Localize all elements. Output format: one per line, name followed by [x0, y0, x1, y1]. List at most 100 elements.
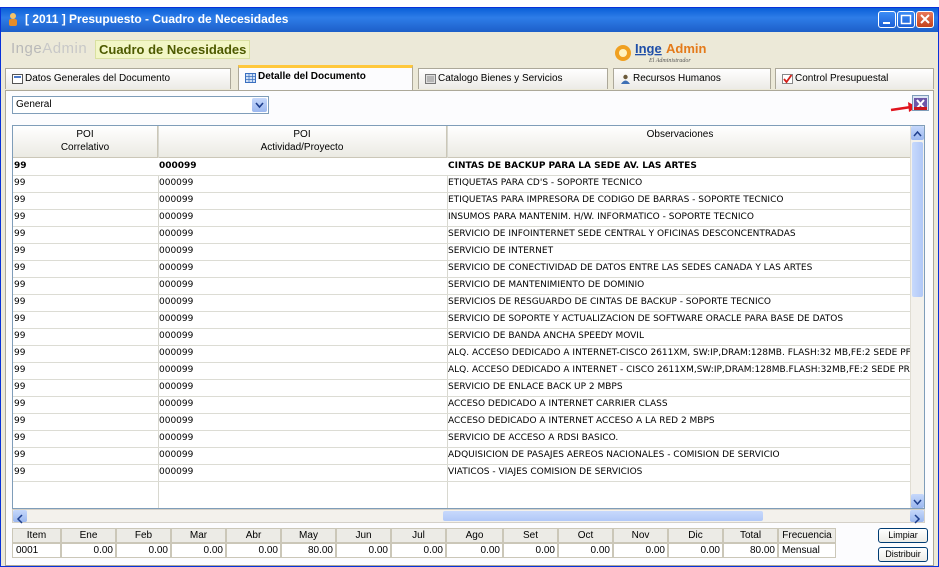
scroll-right-button[interactable] [910, 510, 924, 524]
table-cell-c3: INSUMOS PARA MANTENIM. H/W. INFORMÁTICO … [448, 212, 754, 222]
export-button[interactable] [912, 95, 929, 111]
horizontal-scroll-thumb[interactable] [443, 511, 763, 521]
table-cell-c3: SERVICIO DE INTERNET [448, 246, 554, 256]
table-row[interactable]: 99 000099 SERVICIO DE CONECTIVIDAD DE DATO… [13, 260, 913, 278]
table-row[interactable]: 99 000099 ETIQUETAS PARA IMPRESORA DE CÓDI… [13, 192, 913, 210]
table-row[interactable]: 99 000099 SERVICIO DE INTERNET [13, 243, 913, 261]
tab-recursos-humanos[interactable]: Recursos Humanos [613, 68, 771, 89]
brand-watermark: IngeAdmin [11, 40, 88, 57]
monthly-header: Set [503, 528, 558, 543]
dropdown-button[interactable] [252, 98, 267, 112]
table-row[interactable]: 99 000099 VIATICOS - VIAJES COMISION DE SE… [13, 464, 913, 482]
tab-catalogo[interactable]: Catalogo Bienes y Servicios [418, 68, 608, 89]
table-cell-c2: 000099 [159, 212, 194, 222]
monthly-header: Jul [391, 528, 446, 543]
scroll-left-button[interactable] [13, 510, 27, 524]
monthly-header: Jun [336, 528, 391, 543]
scroll-down-button[interactable] [911, 494, 924, 508]
table-row[interactable]: 99 000099 ETIQUETAS PARA CD'S - SOPORTE TE… [13, 175, 913, 193]
vertical-scrollbar[interactable] [910, 126, 924, 508]
filter-dropdown[interactable]: General [12, 96, 269, 114]
table-cell-c2: 000099 [159, 246, 194, 256]
monthly-header: Feb [116, 528, 171, 543]
monthly-header: Abr [226, 528, 281, 543]
column-header-correlativo[interactable]: POI Correlativo [13, 126, 158, 158]
vertical-scroll-thumb[interactable] [912, 142, 923, 297]
table-cell-c1: 99 [14, 263, 26, 273]
table-row[interactable]: 99 000099 ACCESO DEDICADO A INTERNET CARRI… [13, 396, 913, 414]
detail-panel: General POI Correlativo POI Actividad/Pr… [5, 90, 934, 566]
table-cell-c3: SERVICIO DE SOPORTE Y ACTUALIZACION DE S… [448, 314, 844, 324]
monthly-value[interactable]: 80.00 [281, 543, 336, 558]
table-cell-c1: 99 [14, 229, 26, 239]
table-row[interactable]: 99 000099 ACCESO DEDICADO A INTERNET ACCES… [13, 413, 913, 431]
table-cell-c3: ETIQUETAS PARA IMPRESORA DE CÓDIGO DE BA… [448, 195, 784, 205]
table-cell-c1: 99 [14, 246, 26, 256]
close-button[interactable] [916, 11, 934, 28]
column-header-actividad[interactable]: POI Actividad/Proyecto [158, 126, 447, 158]
column-header-observaciones[interactable]: Observaciones [447, 126, 913, 158]
tab-detalle-documento[interactable]: Detalle del Documento [238, 65, 413, 90]
people-icon [621, 74, 630, 84]
chevron-up-icon [913, 130, 922, 137]
table-row[interactable]: 99 000099 INSUMOS PARA MANTENIM. H/W. INFO… [13, 209, 913, 227]
table-row[interactable]: 99 000099 SERVICIO DE INFOINTERNET SEDE CE… [13, 226, 913, 244]
monthly-value[interactable]: 0.00 [503, 543, 558, 558]
monthly-value[interactable]: 80.00 [723, 543, 778, 558]
table-cell-c1: 99 [14, 348, 26, 358]
monthly-value[interactable]: 0.00 [171, 543, 226, 558]
monthly-value[interactable]: 0.00 [446, 543, 503, 558]
detail-grid[interactable]: POI Correlativo POI Actividad/Proyecto O… [12, 125, 925, 509]
minimize-button[interactable] [878, 11, 896, 28]
monthly-value[interactable]: 0.00 [336, 543, 391, 558]
table-row[interactable]: 99 000099 ALQ. ACCESO DEDICADO A INTERNET-… [13, 345, 913, 363]
monthly-value[interactable]: 0001 [12, 543, 61, 558]
catalog-icon [425, 74, 436, 84]
maximize-button[interactable] [897, 11, 915, 28]
monthly-value[interactable]: 0.00 [668, 543, 723, 558]
table-row[interactable]: 99 000099 SERVICIO DE BANDA ANCHA SPEEDY M… [13, 328, 913, 346]
monthly-value[interactable]: 0.00 [391, 543, 446, 558]
table-cell-c3: SERVICIO DE CONECTIVIDAD DE DATOS ENTRE … [448, 263, 813, 273]
table-row[interactable]: 99 000099 ALQ. ACCESO DEDICADO A INTERNET … [13, 362, 913, 380]
table-row[interactable]: 99 000099 SERVICIO DE ENLACE BACK UP 2 MBP… [13, 379, 913, 397]
monthly-value[interactable]: 0.00 [116, 543, 171, 558]
table-cell-c2: 000099 [159, 297, 194, 307]
scroll-up-button[interactable] [911, 126, 924, 140]
export-icon [914, 98, 927, 110]
monthly-value[interactable]: 0.00 [61, 543, 116, 558]
table-row[interactable]: 99 000099 SERVICIO DE MANTENIMIENTO DE DOM… [13, 277, 913, 295]
table-cell-c3: SERVICIO DE INFOINTERNET SEDE CENTRAL Y … [448, 229, 796, 239]
table-cell-c1: 99 [14, 212, 26, 222]
monthly-value[interactable]: 0.00 [226, 543, 281, 558]
tab-control-presupuestal[interactable]: Control Presupuestal [775, 68, 934, 89]
table-row[interactable]: 99 000099 SERVICIO DE ACCESO A RDSI BÁSICO… [13, 430, 913, 448]
table-cell-c3: SERVICIO DE ACCESO A RDSI BÁSICO. [448, 433, 619, 443]
table-cell-c1: 99 [14, 280, 26, 290]
monthly-value[interactable]: Mensual [778, 543, 836, 558]
limpiar-button[interactable]: Limpiar [878, 528, 928, 543]
table-cell-c1: 99 [14, 433, 26, 443]
title-bar[interactable]: [ 2011 ] Presupuesto - Cuadro de Necesid… [1, 8, 938, 32]
table-row[interactable]: 99 000099 SERVICIOS DE RESGUARDO DE CINTAS… [13, 294, 913, 312]
table-row[interactable]: 99 000099 SERVICIO DE SOPORTE Y ACTUALIZAC… [13, 311, 913, 329]
monthly-header: Dic [668, 528, 723, 543]
table-cell-c2: 000099 [159, 416, 194, 426]
monthly-value[interactable]: 0.00 [558, 543, 613, 558]
chevron-left-icon [16, 514, 23, 524]
distribuir-button[interactable]: Distribuir [878, 547, 928, 562]
chevron-down-icon [255, 102, 264, 109]
monthly-value[interactable]: 0.00 [613, 543, 668, 558]
horizontal-scrollbar[interactable] [12, 509, 925, 524]
table-row[interactable]: 99 000099 CINTAS DE BACKUP PARA LA SEDE AV… [13, 158, 913, 176]
filter-value: General [16, 99, 52, 110]
page-title: Cuadro de Necesidades [95, 40, 251, 59]
document-icon [12, 74, 23, 84]
table-row[interactable]: 99 000099 ADQUISICIÓN DE PASAJES AÉREOS NA… [13, 447, 913, 465]
tab-datos-generales[interactable]: Datos Generales del Documento [5, 68, 231, 89]
svg-text:Inge: Inge [635, 41, 662, 56]
table-cell-c3: ALQ. ACCESO DEDICADO A INTERNET-CISCO 26… [448, 348, 910, 358]
monthly-header: May [281, 528, 336, 543]
table-cell-c3: ADQUISICIÓN DE PASAJES AÉREOS NACIONALES… [448, 450, 780, 460]
table-cell-c1: 99 [14, 195, 26, 205]
